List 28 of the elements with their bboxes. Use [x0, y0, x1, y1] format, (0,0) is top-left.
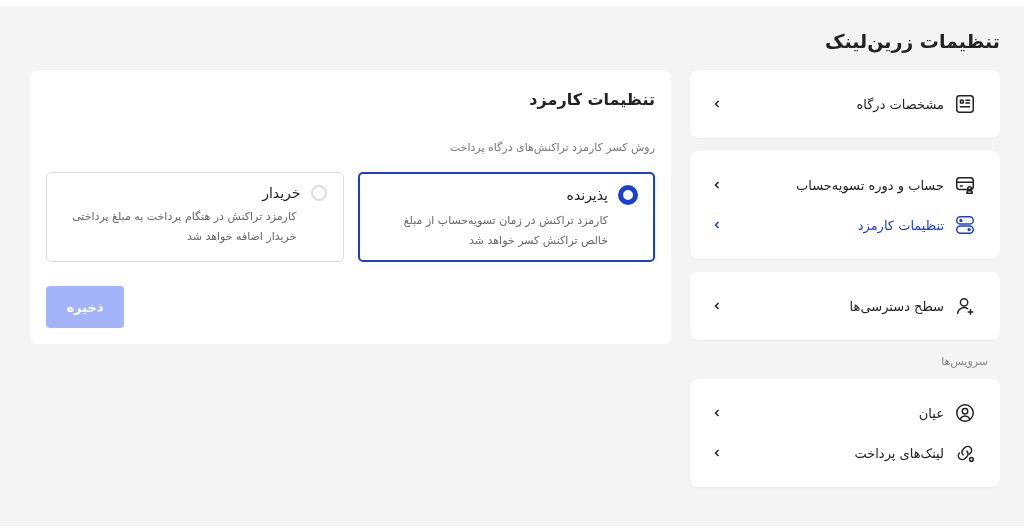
chevron-icon	[712, 301, 722, 311]
menu-item[interactable]: حساب و دوره تسویه‌حساب	[690, 165, 1000, 205]
page-title: تنظیمات زرین‌لینک	[824, 29, 1000, 55]
panel-title: تنظیمات کارمزد	[528, 90, 655, 109]
card-user-icon	[954, 174, 976, 196]
panel-subtitle: روش کسر کارمزد تراکنش‌های درگاه پرداخت	[448, 141, 655, 154]
menu-item[interactable]: تنظیمات کارمزد	[690, 205, 1000, 245]
option-description: کارمزد تراکنش در هنگام پرداخت به مبلغ پرداختی خریدار اضافه خواهد شد	[71, 209, 298, 245]
menu-item[interactable]: سطح دسترسی‌ها	[690, 286, 1000, 326]
chevron-icon	[712, 99, 722, 109]
menu-item[interactable]: عیان	[690, 393, 1000, 433]
menu-item[interactable]: لینک‌های پرداخت	[690, 433, 1000, 473]
user-circle-icon	[954, 402, 976, 424]
chevron-icon	[712, 408, 722, 418]
option-title: پذیرنده	[566, 187, 608, 203]
option-card[interactable]: خریدار کارمزد تراکنش در هنگام پرداخت به مبلغ پرداختی خریدار اضافه خواهد شد	[46, 172, 344, 262]
option-card[interactable]: پذیرنده کارمزد تراکنش در زمان تسویه‌حساب از مبلغ خالص تراکنش کسر خواهد شد	[357, 172, 655, 262]
chevron-icon	[712, 448, 722, 458]
option-description: کارمزد تراکنش در زمان تسویه‌حساب از مبلغ خالص تراکنش کسر خواهد شد	[402, 213, 609, 249]
radio-button[interactable]	[618, 185, 638, 205]
chevron-icon	[712, 220, 722, 230]
option-title: خریدار	[262, 185, 301, 201]
section-heading: سرویس‌ها	[940, 354, 989, 368]
menu-item[interactable]: مشخصات درگاه	[690, 84, 1000, 124]
toggle-icon	[954, 214, 976, 236]
user-plus-icon	[954, 295, 976, 317]
list-card-icon	[954, 93, 976, 115]
chevron-icon	[712, 180, 722, 190]
